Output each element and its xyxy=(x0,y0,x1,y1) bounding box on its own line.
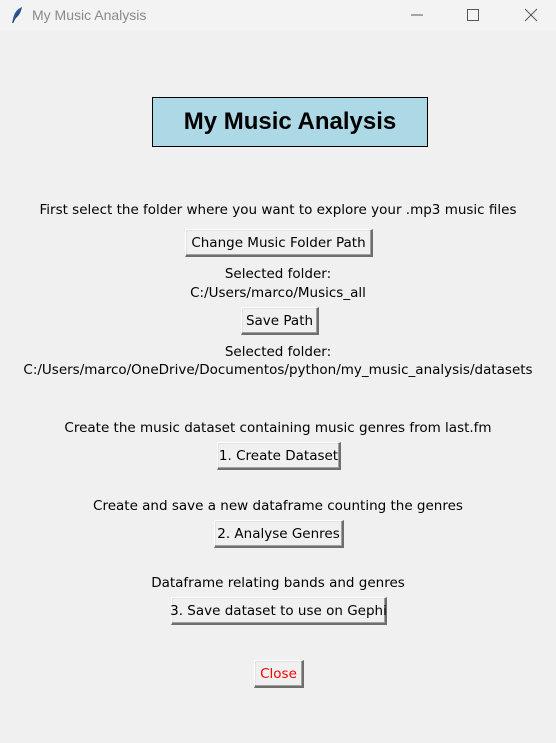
window-title: My Music Analysis xyxy=(32,7,147,23)
page-title: My Music Analysis xyxy=(152,97,428,147)
save-gephi-button[interactable]: 3. Save dataset to use on Gephi xyxy=(170,597,387,625)
app-window: My Music Analysis My Music Analysis Firs… xyxy=(0,0,556,743)
title-bar[interactable]: My Music Analysis xyxy=(0,0,556,30)
selected-folder-label: Selected folder: xyxy=(224,266,332,282)
minimize-icon xyxy=(411,14,423,16)
saved-folder-label: Selected folder: xyxy=(224,344,332,360)
feather-icon xyxy=(10,6,24,24)
dataset-instruction: Create the music dataset containing musi… xyxy=(64,420,492,436)
selected-folder-path: C:/Users/marco/Musics_all xyxy=(190,285,366,301)
save-path-button[interactable]: Save Path xyxy=(241,307,319,335)
saved-folder-path: C:/Users/marco/OneDrive/Documentos/pytho… xyxy=(23,362,533,378)
folder-instruction: First select the folder where you want t… xyxy=(39,202,517,218)
close-icon xyxy=(524,8,538,22)
minimize-button[interactable] xyxy=(394,0,440,30)
analyse-genres-button[interactable]: 2. Analyse Genres xyxy=(214,520,344,548)
maximize-button[interactable] xyxy=(450,0,496,30)
close-window-button[interactable] xyxy=(508,0,554,30)
maximize-icon xyxy=(467,9,479,21)
gephi-instruction: Dataframe relating bands and genres xyxy=(151,575,405,591)
genres-instruction: Create and save a new dataframe counting… xyxy=(93,498,463,514)
change-folder-button[interactable]: Change Music Folder Path xyxy=(185,229,373,257)
close-button[interactable]: Close xyxy=(254,660,304,688)
create-dataset-button[interactable]: 1. Create Dataset xyxy=(217,442,341,470)
